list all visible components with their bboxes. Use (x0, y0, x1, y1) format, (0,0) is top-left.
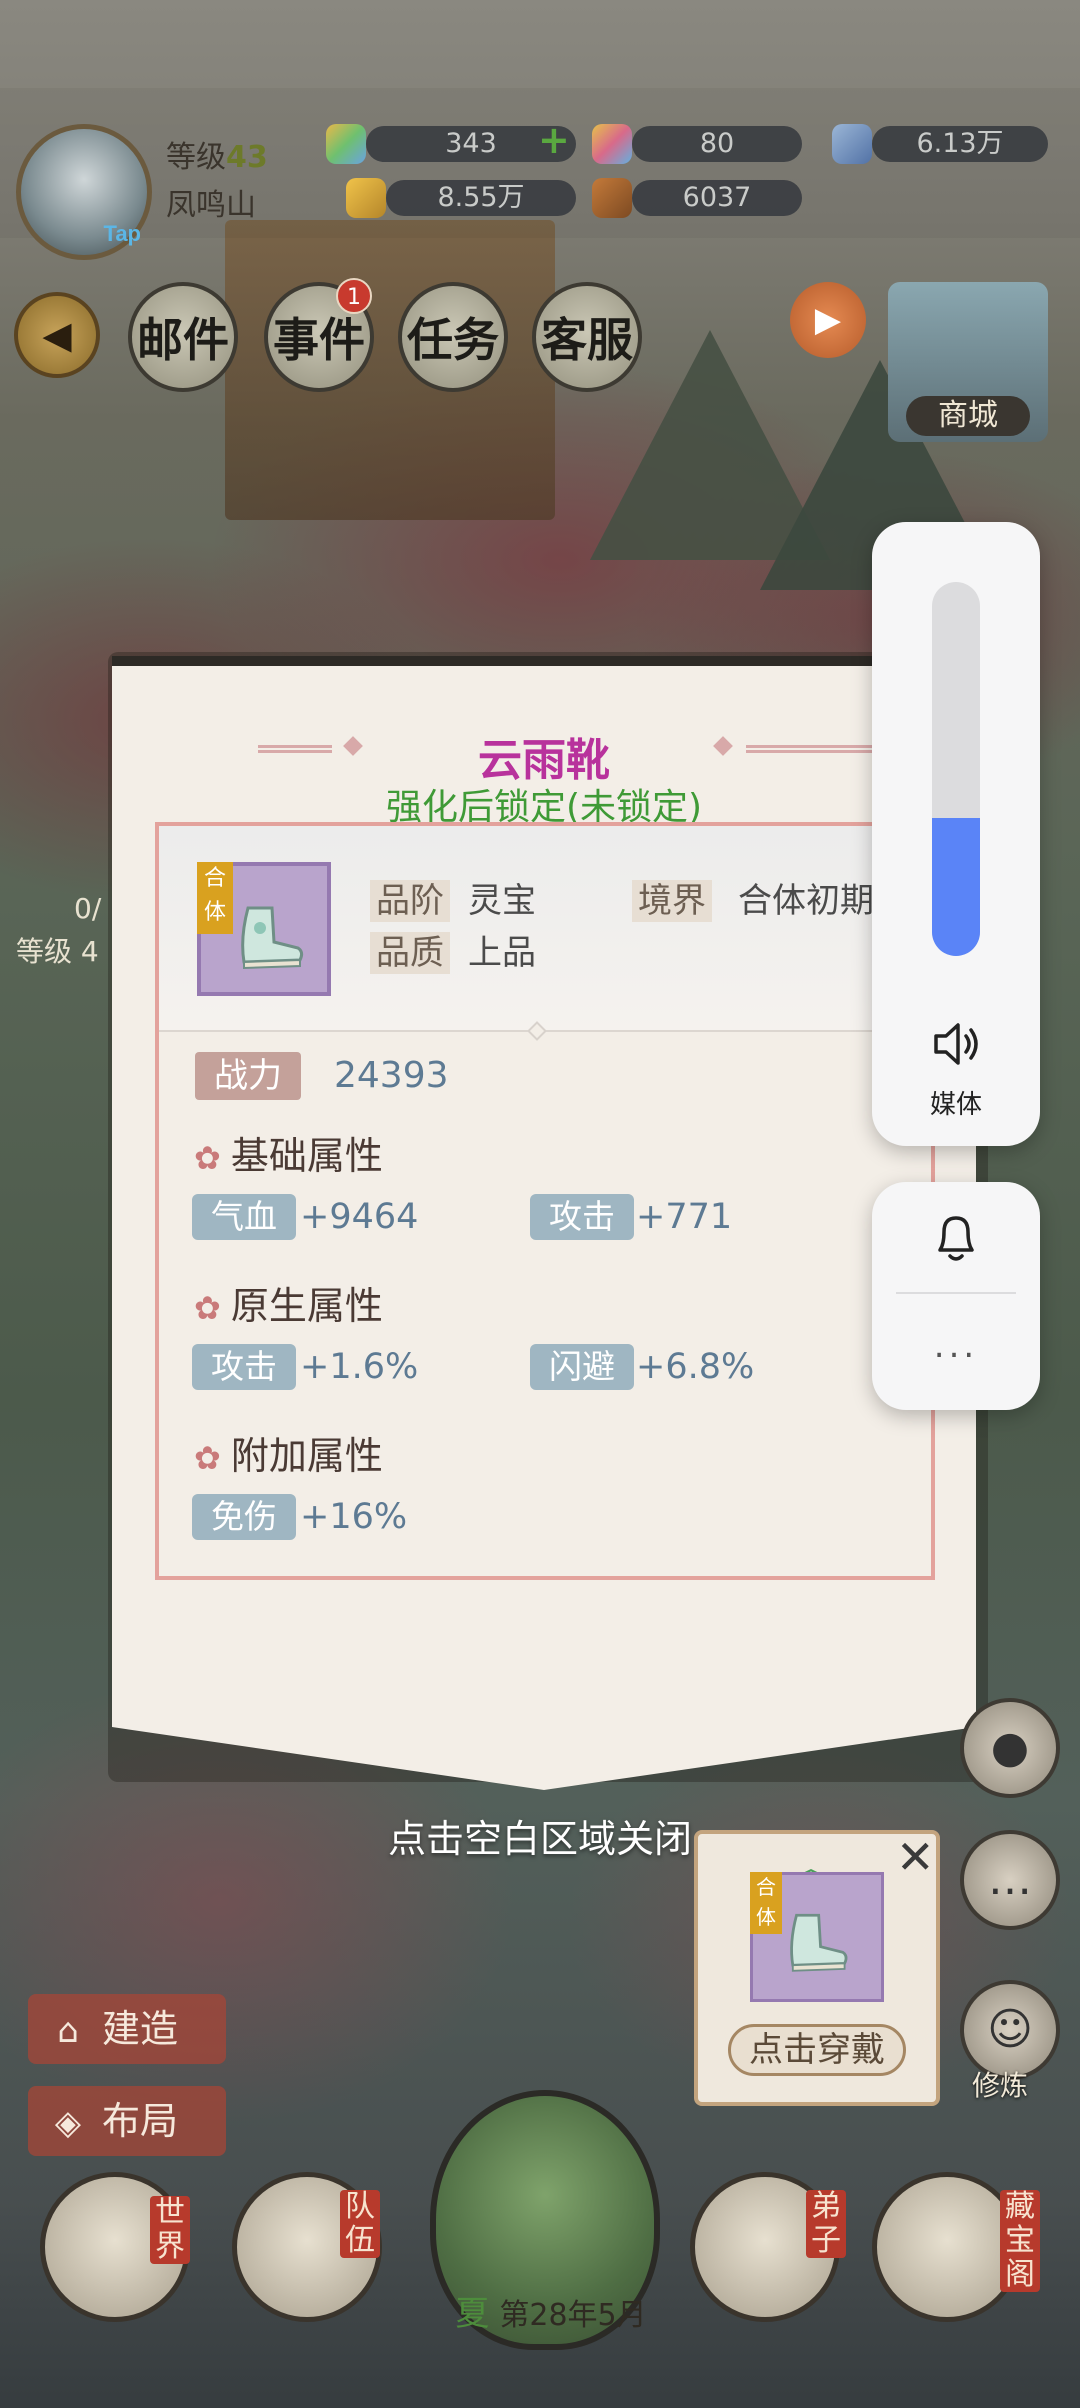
flower-icon: ✿ (194, 1289, 221, 1327)
left-count-label: 0/ (74, 892, 102, 925)
gem-icon (832, 124, 872, 164)
volume-slider[interactable] (932, 582, 980, 956)
resource-gem: 6.13万 (872, 126, 1048, 162)
build-button[interactable]: ⌂ 建造 (28, 1994, 226, 2064)
date-label: 第28年5月 (499, 2298, 647, 2333)
world-label: 世界 (150, 2196, 190, 2264)
resource-gold: 8.55万 (386, 180, 576, 216)
bell-icon[interactable] (930, 1210, 982, 1266)
spirit-stone-icon (326, 124, 366, 164)
realm-label: 境界 (632, 880, 712, 922)
resource-crystal: 80 (632, 126, 802, 162)
cultivate-label: 修炼 (972, 2069, 1029, 2102)
team-label: 队伍 (340, 2190, 380, 2258)
expand-arrow-button[interactable]: ▶ (790, 282, 866, 358)
stat-value: +6.8% (636, 1347, 755, 1387)
player-avatar[interactable]: Tap (16, 124, 152, 260)
speaker-icon[interactable] (928, 1016, 984, 1072)
player-level: 等级43 (166, 132, 268, 176)
layout-icon: ◈ (54, 2103, 82, 2143)
ringer-divider (896, 1292, 1016, 1294)
events-badge: 1 (336, 278, 372, 314)
season-label: 夏 (455, 2294, 490, 2334)
level-label: 等级 (166, 140, 226, 175)
power-value: 24393 (334, 1055, 449, 1096)
stat-name: 攻击 (192, 1344, 296, 1390)
chat-button[interactable]: … (960, 1830, 1060, 1930)
grade-value: 灵宝 (468, 881, 536, 921)
build-icon: ⌂ (57, 2011, 79, 2051)
stat-value: +16% (300, 1497, 408, 1537)
add-resource-icon[interactable]: + (538, 118, 570, 162)
treasury-label: 藏宝阁 (1000, 2190, 1040, 2292)
resource-wood: 6037 (632, 180, 802, 216)
side-orb-button[interactable]: ● (960, 1698, 1060, 1798)
disciples-label: 弟子 (806, 2190, 846, 2258)
build-label: 建造 (102, 2007, 179, 2051)
game-date: 夏第28年5月 (436, 2286, 666, 2335)
shop-button[interactable]: 商城 (906, 396, 1030, 436)
flower-icon: ✿ (194, 1439, 221, 1477)
grade-label: 品阶 (370, 880, 450, 922)
equip-button[interactable]: 点击穿戴 (728, 2024, 906, 2076)
stat-value: +9464 (300, 1197, 419, 1237)
avatar-tap-badge: Tap (103, 221, 141, 246)
level-value: 43 (226, 140, 268, 175)
section-heading-extra: ✿ 附加属性 (194, 1432, 383, 1482)
layout-button[interactable]: ◈ 布局 (28, 2086, 226, 2156)
stat-name: 气血 (192, 1194, 296, 1240)
stat-name: 闪避 (530, 1344, 634, 1390)
quality-label: 品质 (370, 932, 450, 974)
power-label: 战力 (195, 1052, 301, 1100)
close-icon[interactable]: ✕ (896, 1830, 935, 1884)
left-level-label: 等级 4 (16, 935, 99, 968)
section-heading-basic: ✿ 基础属性 (194, 1132, 383, 1182)
tasks-button[interactable]: 任务 (398, 282, 508, 392)
stat-name: 攻击 (530, 1194, 634, 1240)
mail-button[interactable]: 邮件 (128, 282, 238, 392)
section-title: 原生属性 (230, 1284, 383, 1328)
section-heading-native: ✿ 原生属性 (194, 1282, 383, 1332)
volume-slider-fill (932, 817, 980, 956)
boot-icon (241, 906, 304, 970)
stat-value: +771 (636, 1197, 733, 1237)
stat-value: +1.6% (300, 1347, 419, 1387)
section-title: 附加属性 (230, 1434, 383, 1478)
collapse-arrow-button[interactable]: ◀ (14, 292, 100, 378)
media-label: 媒体 (929, 1090, 982, 1120)
service-button[interactable]: 客服 (532, 282, 642, 392)
crystal-icon (592, 124, 632, 164)
gold-icon (346, 178, 386, 218)
quality-value: 上品 (468, 933, 536, 973)
stat-name: 免伤 (192, 1494, 296, 1540)
boot-icon (790, 1913, 848, 1972)
section-title: 基础属性 (230, 1134, 383, 1178)
player-region: 凤鸣山 (166, 188, 256, 223)
flower-icon: ✿ (194, 1139, 221, 1177)
wood-icon (592, 178, 632, 218)
more-options-icon[interactable]: ... (872, 1326, 1040, 1366)
realm-value: 合体初期 (738, 881, 872, 921)
layout-label: 布局 (102, 2099, 179, 2143)
